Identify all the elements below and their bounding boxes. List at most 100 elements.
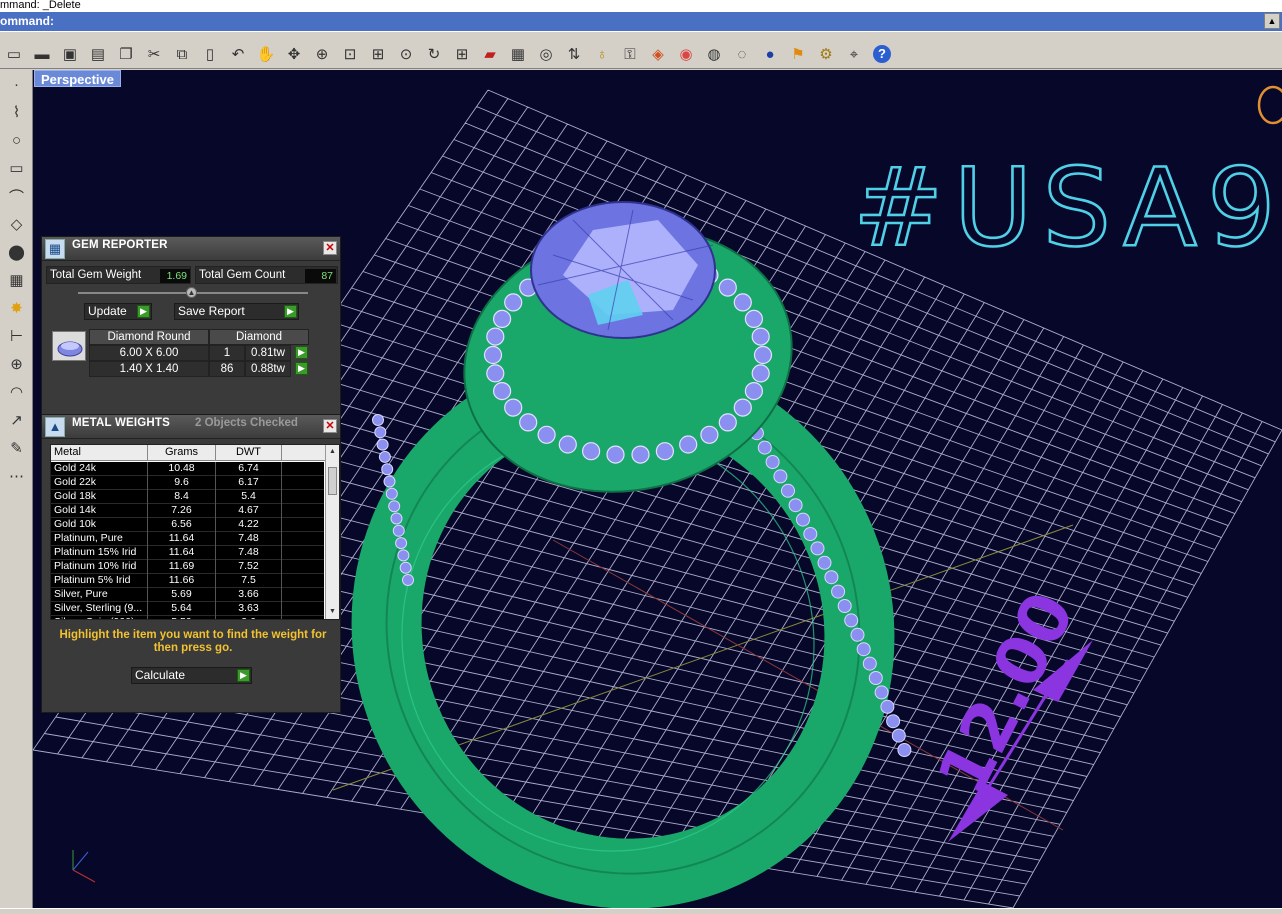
object-snap-button[interactable]: ◎ xyxy=(532,41,560,67)
metal-column-header[interactable]: Metal xyxy=(51,445,148,461)
point-tool-button[interactable]: · xyxy=(0,70,33,98)
metal-weights-header[interactable]: ▲ METAL WEIGHTS 2 Objects Checked ✕ xyxy=(42,415,340,439)
mesh-tool-button[interactable]: ▦ xyxy=(0,266,33,294)
redo-view-button[interactable]: ↻ xyxy=(420,41,448,67)
render-sphere-button[interactable]: ● xyxy=(756,41,784,67)
curve-icon: ⌒ xyxy=(8,188,24,206)
save-report-button[interactable]: Save Report ▶ xyxy=(174,303,299,320)
main-toolbar: ▭ ▬ ▣ ▤ ❐ ✂ ⧉ ▯ ↶ ✋ ✥ ⊕ ⊡ ⊞ ⊙ ↻ ⊞ ▰ ▦ ◎ ⇅ ♁ ⚿ ◈ ◉ ◍ ◌ ● ⚑ ⚙ ⌖? xyxy=(0,31,1282,69)
play-arrow-icon[interactable]: ▶ xyxy=(295,346,308,359)
polyline-tool-button[interactable]: ⌇ xyxy=(0,98,33,126)
redo-view-icon: ↻ xyxy=(427,45,441,63)
save-button[interactable]: ▣ xyxy=(56,41,84,67)
copy-button[interactable]: ⧉ xyxy=(168,41,196,67)
gem-slider-knob[interactable]: ▲ xyxy=(186,287,197,298)
paste-button[interactable]: ▯ xyxy=(196,41,224,67)
gem-row-size[interactable]: 1.40 X 1.40 xyxy=(89,361,209,377)
settings-gear-button[interactable]: ⚙ xyxy=(812,41,840,67)
car-button[interactable]: ▰ xyxy=(476,41,504,67)
gumball-button[interactable]: ⌖ xyxy=(840,41,868,67)
table-row[interactable]: Platinum, Pure 11.64 7.48 xyxy=(51,532,324,546)
scroll-thumb[interactable] xyxy=(328,467,337,495)
dwt-cell: 6.17 xyxy=(216,476,282,490)
gem-row-weight[interactable]: 0.81tw xyxy=(245,345,291,361)
transform-tool-button[interactable]: ↗ xyxy=(0,406,33,434)
undo-button[interactable]: ↶ xyxy=(224,41,252,67)
close-icon[interactable]: ✕ xyxy=(323,419,337,433)
grams-column-header[interactable]: Grams xyxy=(148,445,216,461)
gem-row-size[interactable]: 6.00 X 6.00 xyxy=(89,345,209,361)
wireframe-sphere-button[interactable]: ◍ xyxy=(700,41,728,67)
cut-button[interactable]: ✂ xyxy=(140,41,168,67)
arc-tool-button[interactable]: ◠ xyxy=(0,378,33,406)
table-row[interactable]: Gold 14k 7.26 4.67 xyxy=(51,504,324,518)
table-row[interactable]: Gold 18k 8.4 5.4 xyxy=(51,490,324,504)
side-stone xyxy=(880,699,895,714)
rectangle-tool-button[interactable]: ▭ xyxy=(0,154,33,182)
copy-page-button[interactable]: ❐ xyxy=(112,41,140,67)
side-stone xyxy=(765,455,780,469)
rotate-view-button[interactable]: ✥ xyxy=(280,41,308,67)
table-row[interactable]: Silver, Pure 5.69 3.66 xyxy=(51,588,324,602)
circle-tool-button[interactable]: ○ xyxy=(0,126,33,154)
color-wheel-button[interactable]: ◉ xyxy=(672,41,700,67)
open-folder-button[interactable]: ▬ xyxy=(28,41,56,67)
close-icon[interactable]: ✕ xyxy=(323,241,337,255)
table-row[interactable]: Gold 22k 9.6 6.17 xyxy=(51,476,324,490)
mesh-sphere-button[interactable]: ◌ xyxy=(728,41,756,67)
object-snap-icon: ◎ xyxy=(539,45,553,63)
car-icon: ▰ xyxy=(484,45,496,63)
table-row[interactable]: Platinum 10% Irid 11.69 7.52 xyxy=(51,560,324,574)
scroll-up-icon[interactable]: ▲ xyxy=(326,445,339,459)
solid-tool-button[interactable]: ⬤ xyxy=(0,238,33,266)
halo-stone xyxy=(679,435,698,454)
gumball-icon: ⌖ xyxy=(849,45,859,63)
metal-table-scrollbar[interactable]: ▲ ▼ xyxy=(325,445,339,619)
boolean-tool-button[interactable]: ⊕ xyxy=(0,350,33,378)
viewport-title[interactable]: Perspective xyxy=(34,70,121,87)
print-button[interactable]: ▤ xyxy=(84,41,112,67)
four-viewports-button[interactable]: ⊞ xyxy=(448,41,476,67)
zoom-button[interactable]: ⊕ xyxy=(308,41,336,67)
spark-tool-button[interactable]: ✸ xyxy=(0,294,33,322)
dwt-column-header[interactable]: DWT xyxy=(216,445,282,461)
lock-button[interactable]: ⚿ xyxy=(616,41,644,67)
table-row[interactable]: Silver, Sterling (9... 5.64 3.63 xyxy=(51,602,324,616)
dimension-tool-button[interactable]: ⊢ xyxy=(0,322,33,350)
sort-button[interactable]: ⇅ xyxy=(560,41,588,67)
zoom-selected-button[interactable]: ⊙ xyxy=(392,41,420,67)
gem-row-count[interactable]: 1 xyxy=(209,345,245,361)
array-tool-button[interactable]: ⋯ xyxy=(0,462,33,490)
table-row[interactable]: Gold 24k 10.48 6.74 xyxy=(51,462,324,476)
command-line[interactable]: ommand: xyxy=(0,12,1282,31)
side-stone xyxy=(376,438,389,451)
total-gem-count-value: 87 xyxy=(305,269,336,283)
table-row[interactable]: Platinum 5% Irid 11.66 7.5 xyxy=(51,574,324,588)
command-history-scroll-button[interactable]: ▲ xyxy=(1264,13,1280,29)
new-file-button[interactable]: ▭ xyxy=(0,41,28,67)
light-bulb-button[interactable]: ♁ xyxy=(588,41,616,67)
update-button[interactable]: Update ▶ xyxy=(84,303,152,320)
pan-hand-button[interactable]: ✋ xyxy=(252,41,280,67)
calculate-button[interactable]: Calculate ▶ xyxy=(131,667,252,684)
play-arrow-icon[interactable]: ▶ xyxy=(295,362,308,375)
zoom-window-button[interactable]: ⊡ xyxy=(336,41,364,67)
zoom-extents-button[interactable]: ⊞ xyxy=(364,41,392,67)
gem-row-count[interactable]: 86 xyxy=(209,361,245,377)
mesh-icon: ▦ xyxy=(9,272,24,289)
gem-row-weight[interactable]: 0.88tw xyxy=(245,361,291,377)
gem-reporter-header[interactable]: ▦ GEM REPORTER ✕ xyxy=(42,237,340,261)
surface-tool-button[interactable]: ◇ xyxy=(0,210,33,238)
edit-tool-button[interactable]: ✎ xyxy=(0,434,33,462)
paint-bucket-button[interactable]: ◈ xyxy=(644,41,672,67)
table-row[interactable]: Silver, Coin (900)5.593.6 xyxy=(51,616,324,619)
curve-tool-button[interactable]: ⌒ xyxy=(0,182,33,210)
scroll-down-icon[interactable]: ▼ xyxy=(326,605,339,619)
flag-button[interactable]: ⚑ xyxy=(784,41,812,67)
color-wheel-icon: ◉ xyxy=(679,45,693,63)
shaded-grid-button[interactable]: ▦ xyxy=(504,41,532,67)
table-row[interactable]: Platinum 15% Irid 11.64 7.48 xyxy=(51,546,324,560)
table-row[interactable]: Gold 10k 6.56 4.22 xyxy=(51,518,324,532)
round-diamond-thumbnail[interactable] xyxy=(52,331,86,361)
help-button[interactable]: ? xyxy=(868,41,896,67)
